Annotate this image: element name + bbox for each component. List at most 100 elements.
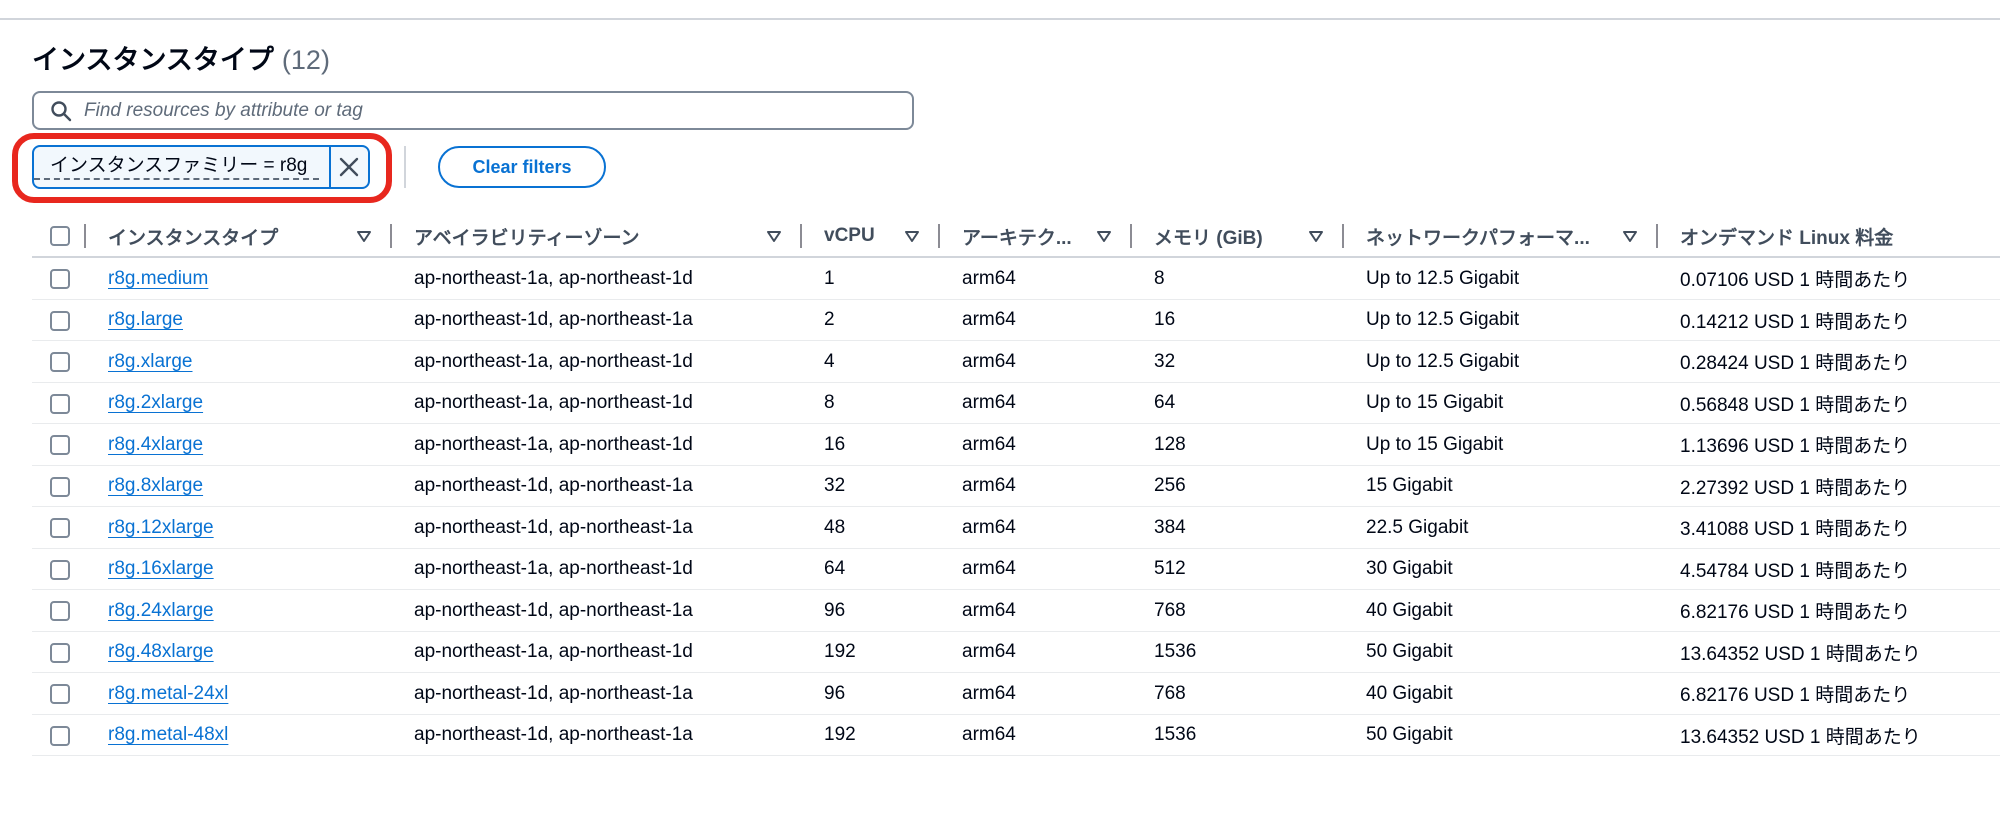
cell-memory: 256 bbox=[1154, 475, 1186, 496]
cell-network: 15 Gigabit bbox=[1366, 475, 1453, 496]
table-row: r8g.16xlarge ap-northeast-1a, ap-northeas… bbox=[32, 549, 2000, 590]
row-checkbox[interactable] bbox=[50, 601, 70, 621]
row-checkbox[interactable] bbox=[50, 435, 70, 455]
instance-type-link[interactable]: r8g.metal-24xl bbox=[108, 673, 228, 714]
top-divider bbox=[0, 18, 2000, 20]
table-row: r8g.xlarge ap-northeast-1a, ap-northeast-… bbox=[32, 341, 2000, 383]
cell-availability-zone: ap-northeast-1a, ap-northeast-1d bbox=[414, 350, 693, 372]
filter-token-remove-button[interactable] bbox=[328, 147, 368, 187]
page-title: インスタンスタイプ bbox=[32, 45, 274, 75]
column-divider[interactable] bbox=[800, 224, 802, 248]
cell-architecture: arm64 bbox=[962, 724, 1016, 745]
row-checkbox[interactable] bbox=[50, 352, 70, 372]
instance-type-link[interactable]: r8g.2xlarge bbox=[108, 383, 203, 424]
cell-architecture: arm64 bbox=[962, 267, 1016, 289]
sort-down-icon[interactable] bbox=[1622, 228, 1638, 244]
column-divider[interactable] bbox=[1342, 224, 1344, 248]
instance-type-link[interactable]: r8g.48xlarge bbox=[108, 632, 214, 673]
instance-type-link[interactable]: r8g.12xlarge bbox=[108, 507, 214, 548]
cell-availability-zone: ap-northeast-1d, ap-northeast-1a bbox=[414, 682, 693, 704]
filter-token[interactable]: インスタンスファミリー = r8g bbox=[32, 145, 370, 189]
instance-type-link[interactable]: r8g.4xlarge bbox=[108, 424, 203, 465]
cell-price: 4.54784 USD 1 時間あたり bbox=[1680, 560, 1911, 582]
instance-type-link[interactable]: r8g.medium bbox=[108, 258, 208, 299]
cell-memory: 128 bbox=[1154, 433, 1186, 455]
column-divider[interactable] bbox=[390, 224, 392, 248]
sort-down-icon[interactable] bbox=[766, 228, 782, 244]
cell-memory: 1536 bbox=[1154, 641, 1197, 662]
cell-memory: 512 bbox=[1154, 558, 1186, 579]
cell-network: Up to 12.5 Gigabit bbox=[1366, 309, 1520, 330]
row-checkbox[interactable] bbox=[50, 269, 70, 289]
search-input[interactable] bbox=[82, 98, 912, 123]
instance-type-link[interactable]: r8g.large bbox=[108, 300, 183, 341]
cell-price: 3.41088 USD 1 時間あたり bbox=[1680, 519, 1911, 540]
column-divider[interactable] bbox=[938, 224, 940, 248]
row-checkbox[interactable] bbox=[50, 310, 70, 331]
column-header-network[interactable]: ネットワークパフォーマ... bbox=[1366, 216, 1590, 256]
cell-memory: 384 bbox=[1154, 516, 1186, 538]
cell-network: 40 Gigabit bbox=[1366, 599, 1453, 621]
table-row: r8g.8xlarge ap-northeast-1d, ap-northeast… bbox=[32, 466, 2000, 507]
cell-availability-zone: ap-northeast-1d, ap-northeast-1a bbox=[414, 475, 693, 496]
column-divider[interactable] bbox=[1656, 224, 1658, 248]
search-bar[interactable] bbox=[32, 91, 914, 130]
cell-availability-zone: ap-northeast-1a, ap-northeast-1d bbox=[414, 267, 693, 289]
cell-availability-zone: ap-northeast-1d, ap-northeast-1a bbox=[414, 309, 693, 330]
cell-vcpu: 1 bbox=[824, 267, 835, 289]
clear-filters-button[interactable]: Clear filters bbox=[438, 146, 606, 188]
instance-type-link[interactable]: r8g.24xlarge bbox=[108, 590, 214, 631]
column-header-vcpu[interactable]: vCPU bbox=[824, 216, 875, 256]
cell-architecture: arm64 bbox=[962, 350, 1016, 372]
cell-vcpu: 192 bbox=[824, 641, 856, 662]
search-icon bbox=[51, 100, 72, 121]
select-all-checkbox[interactable] bbox=[50, 226, 70, 246]
column-header-memory[interactable]: メモリ (GiB) bbox=[1154, 216, 1263, 256]
cell-memory: 64 bbox=[1154, 392, 1176, 413]
sort-down-icon[interactable] bbox=[1308, 228, 1324, 244]
instance-types-table: インスタンスタイプ アベイラビリティーゾーン vCPU アーキテク... メモリ… bbox=[32, 216, 2000, 756]
table-row: r8g.metal-24xl ap-northeast-1d, ap-northe… bbox=[32, 673, 2000, 715]
instance-type-link[interactable]: r8g.16xlarge bbox=[108, 549, 214, 590]
cell-network: 22.5 Gigabit bbox=[1366, 516, 1469, 538]
row-checkbox[interactable] bbox=[50, 642, 70, 663]
filter-token-label[interactable]: インスタンスファミリー = r8g bbox=[34, 154, 319, 180]
column-divider[interactable] bbox=[1130, 224, 1132, 248]
cell-memory: 1536 bbox=[1154, 724, 1197, 745]
row-checkbox[interactable] bbox=[50, 684, 70, 704]
column-header-instance-type[interactable]: インスタンスタイプ bbox=[108, 216, 278, 256]
cell-network: 30 Gigabit bbox=[1366, 558, 1453, 579]
cell-price: 13.64352 USD 1 時間あたり bbox=[1680, 643, 1921, 665]
cell-architecture: arm64 bbox=[962, 682, 1016, 704]
column-header-architecture[interactable]: アーキテク... bbox=[962, 216, 1072, 256]
cell-price: 0.56848 USD 1 時間あたり bbox=[1680, 394, 1911, 416]
table-row: r8g.large ap-northeast-1d, ap-northeast-1… bbox=[32, 300, 2000, 341]
cell-network: 50 Gigabit bbox=[1366, 724, 1453, 745]
instance-type-link[interactable]: r8g.8xlarge bbox=[108, 466, 203, 507]
cell-vcpu: 64 bbox=[824, 558, 846, 579]
sort-down-icon[interactable] bbox=[356, 228, 372, 244]
cell-vcpu: 2 bbox=[824, 309, 835, 330]
table-body: r8g.medium ap-northeast-1a, ap-northeast-… bbox=[32, 258, 2000, 756]
table-row: r8g.48xlarge ap-northeast-1a, ap-northeas… bbox=[32, 632, 2000, 673]
row-checkbox[interactable] bbox=[50, 518, 70, 538]
cell-network: 40 Gigabit bbox=[1366, 682, 1453, 704]
cell-network: Up to 15 Gigabit bbox=[1366, 433, 1504, 455]
cell-price: 6.82176 USD 1 時間あたり bbox=[1680, 602, 1911, 623]
row-checkbox[interactable] bbox=[50, 393, 70, 414]
item-count: (12) bbox=[281, 45, 330, 75]
cell-architecture: arm64 bbox=[962, 558, 1016, 579]
sort-down-icon[interactable] bbox=[1096, 228, 1112, 244]
row-checkbox[interactable] bbox=[50, 559, 70, 580]
cell-vcpu: 96 bbox=[824, 682, 846, 704]
row-checkbox[interactable] bbox=[50, 476, 70, 497]
sort-down-icon[interactable] bbox=[904, 228, 920, 244]
instance-type-link[interactable]: r8g.metal-48xl bbox=[108, 715, 228, 756]
cell-architecture: arm64 bbox=[962, 516, 1016, 538]
instance-type-link[interactable]: r8g.xlarge bbox=[108, 341, 193, 382]
row-checkbox[interactable] bbox=[50, 725, 70, 746]
cell-price: 1.13696 USD 1 時間あたり bbox=[1680, 436, 1911, 457]
column-header-availability-zone[interactable]: アベイラビリティーゾーン bbox=[414, 216, 640, 256]
cell-vcpu: 96 bbox=[824, 599, 846, 621]
column-header-price[interactable]: オンデマンド Linux 料金 bbox=[1680, 216, 1893, 256]
